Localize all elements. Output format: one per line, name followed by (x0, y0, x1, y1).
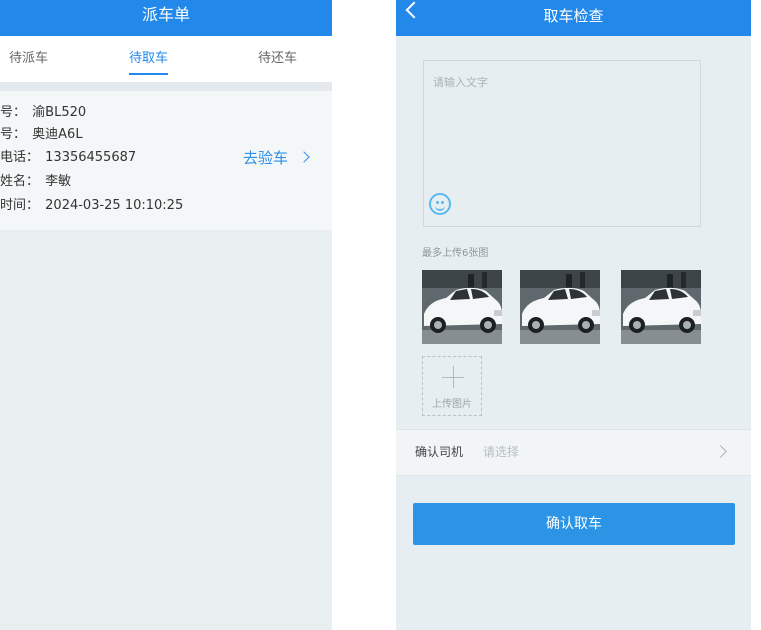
time-label: 车时间： (0, 198, 40, 213)
page-title: 派车单 (141, 5, 190, 24)
chevron-right-icon (298, 151, 310, 163)
remark-textarea[interactable]: 请输入文字 (423, 60, 701, 227)
confirm-pickup-button[interactable]: 确认取车 (413, 503, 735, 545)
tab-label: 待取车 (129, 51, 169, 66)
car-photo-2[interactable] (520, 270, 600, 344)
dispatch-header: 派车单 (0, 0, 332, 36)
tab-pending-pickup[interactable]: 待取车 (129, 36, 169, 82)
car-photo-1[interactable] (422, 270, 502, 344)
car-photo-3[interactable] (621, 270, 701, 344)
upload-image-button[interactable]: 上传图片 (422, 356, 482, 416)
smiley-icon[interactable] (429, 193, 451, 215)
go-inspect-link[interactable]: 去验车 (243, 148, 310, 168)
model-value: 奥迪A6L (32, 127, 83, 142)
remark-placeholder: 请输入文字 (433, 76, 488, 89)
inspection-header: 取车检查 (396, 0, 751, 36)
upload-hint: 最多上传6张图 (422, 248, 489, 259)
divider (0, 82, 332, 91)
active-tab-indicator (129, 73, 169, 75)
tab-label: 待还车 (258, 51, 298, 66)
model-row: 型号： 奥迪A6L (0, 125, 83, 145)
confirm-driver-select[interactable]: 确认司机 请选择 (396, 429, 751, 476)
tab-label: 待派车 (9, 51, 49, 66)
page-title: 取车检查 (543, 7, 604, 25)
car-image (621, 270, 701, 344)
upload-label: 上传图片 (432, 399, 472, 410)
pickup-inspection-panel: 取车检查 请输入文字 最多上传6张图 上传图片 确认司机 请选择 确认取车 (396, 0, 751, 630)
status-tabs: 待派车 待取车 待还车 (0, 36, 332, 82)
tab-pending-dispatch[interactable]: 待派车 (9, 36, 48, 82)
go-inspect-label: 去验车 (243, 149, 289, 167)
driver-phone-row: 机电话： 13356455687 (0, 148, 136, 168)
driver-name-row: 机姓名： 李敏 (0, 172, 71, 192)
dispatch-panel: 派车单 待派车 待取车 待还车 牌号： 渝BL520 型号： 奥迪A6L 机电话… (0, 0, 332, 630)
plate-value: 渝BL520 (32, 105, 87, 120)
model-label: 型号： (0, 127, 27, 142)
order-card[interactable]: 牌号： 渝BL520 型号： 奥迪A6L 机电话： 13356455687 机姓… (0, 91, 332, 230)
plate-row: 牌号： 渝BL520 (0, 103, 86, 123)
driver-label: 确认司机 (415, 445, 464, 459)
driver-phone-value: 13356455687 (45, 150, 137, 165)
time-value: 2024-03-25 10:10:25 (45, 198, 184, 213)
time-row: 车时间： 2024-03-25 10:10:25 (0, 196, 183, 216)
car-image (422, 270, 502, 344)
chevron-right-icon (714, 445, 727, 458)
driver-phone-label: 机电话： (0, 150, 40, 165)
tab-pending-return[interactable]: 待还车 (258, 36, 297, 82)
plate-label: 牌号： (0, 105, 27, 120)
car-image (520, 270, 600, 344)
driver-placeholder: 请选择 (483, 445, 520, 459)
driver-name-label: 机姓名： (0, 174, 40, 189)
driver-name-value: 李敏 (45, 174, 72, 189)
plus-icon-vertical (453, 366, 454, 388)
